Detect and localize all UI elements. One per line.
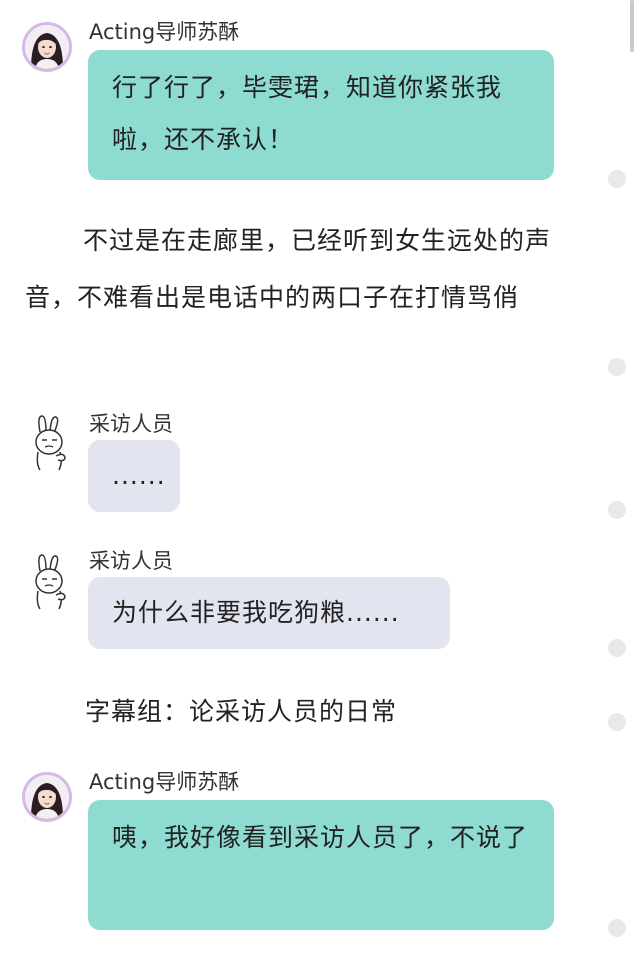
scroll-marker[interactable] (608, 713, 626, 731)
narration-text: 字幕组：论采访人员的日常 (85, 697, 398, 726)
message-bubble[interactable]: 咦，我好像看到采访人员了，不说了 (88, 800, 554, 930)
message-bubble[interactable]: 行了行了，毕雯珺，知道你紧张我啦，还不承认！ (88, 50, 554, 180)
sender-name: 采访人员 (89, 412, 173, 436)
bunny-sticker-avatar-icon[interactable] (26, 412, 76, 472)
message-bubble[interactable]: 为什么非要我吃狗粮...... (88, 577, 450, 649)
scroll-marker[interactable] (608, 639, 626, 657)
scroll-marker[interactable] (608, 501, 626, 519)
bunny-sticker-avatar-icon[interactable] (26, 551, 76, 611)
message-bubble[interactable]: ...... (88, 440, 180, 512)
scroll-marker[interactable] (608, 358, 626, 376)
chat-story-page: Acting导师苏酥 行了行了，毕雯珺，知道你紧张我啦，还不承认！ 不过是在走廊… (0, 0, 640, 960)
avatar-girl-icon[interactable] (22, 22, 72, 72)
narration-text: 不过是在走廊里，已经听到女生远处的声音，不难看出是电话中的两口子在打情骂俏 (25, 226, 552, 312)
scroll-marker[interactable] (608, 919, 626, 937)
scrollbar[interactable] (630, 0, 634, 52)
sender-name: Acting导师苏酥 (89, 770, 240, 794)
avatar-girl-icon[interactable] (22, 772, 72, 822)
sender-name: Acting导师苏酥 (89, 20, 240, 44)
sender-name: 采访人员 (89, 549, 173, 573)
scroll-marker[interactable] (608, 170, 626, 188)
